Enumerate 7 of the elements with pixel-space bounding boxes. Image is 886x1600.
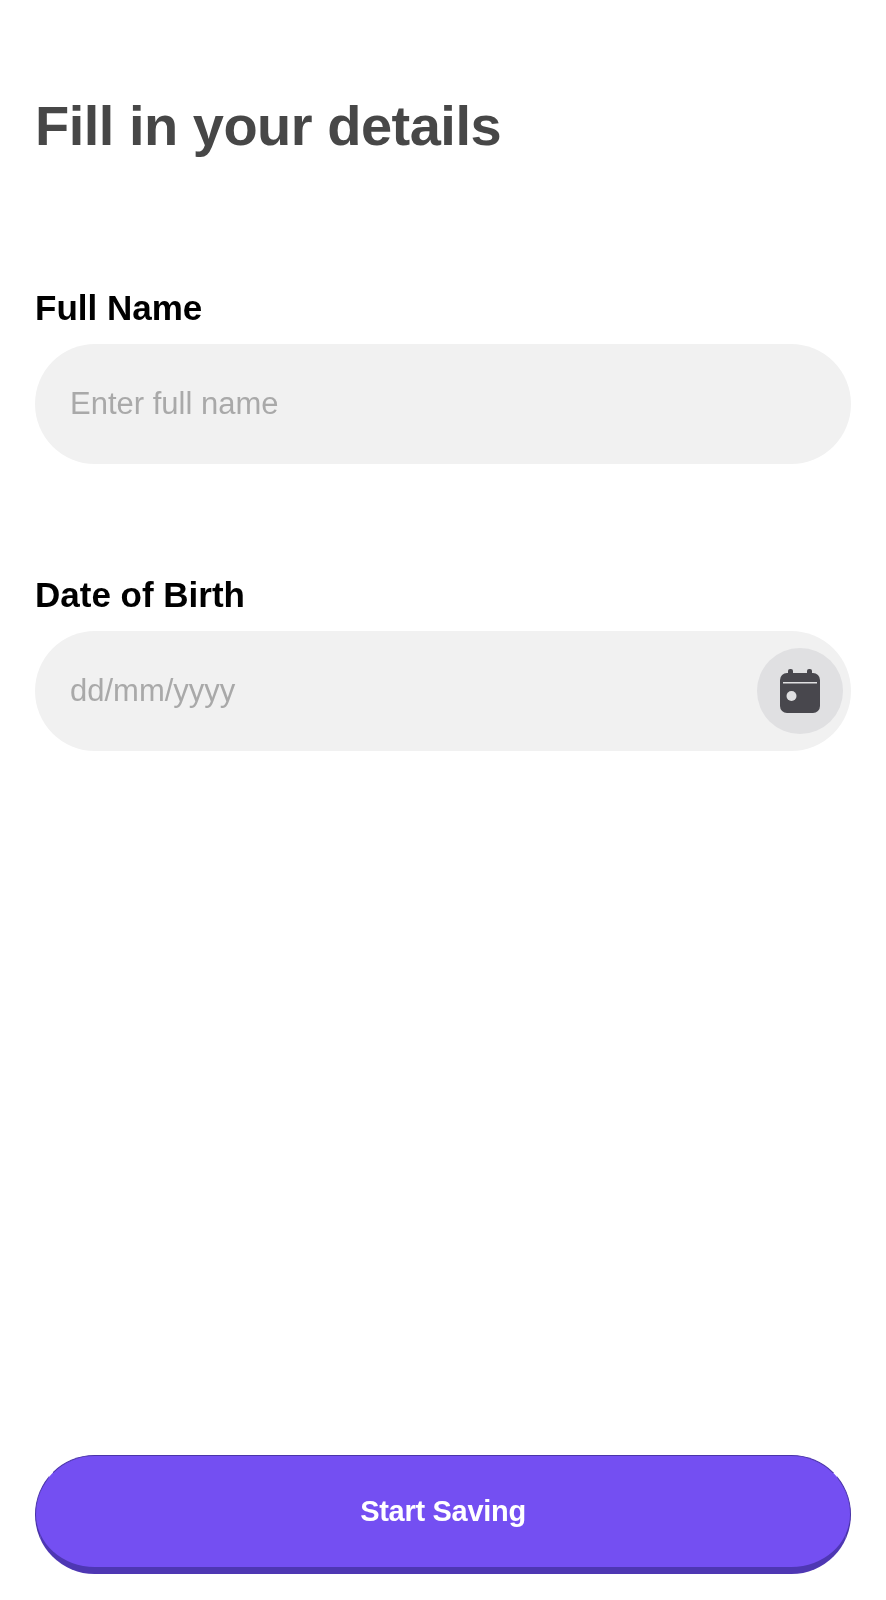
start-saving-button[interactable]: Start Saving	[35, 1455, 851, 1574]
name-field[interactable]: Enter full name	[35, 344, 851, 465]
field-label: Date of Birth	[35, 574, 245, 617]
page-title: Fill in your details	[35, 94, 502, 159]
field-label: Full Name	[35, 287, 203, 330]
calendar-icon	[780, 669, 820, 714]
date-field[interactable]: dd/mm/yyyy	[35, 631, 851, 752]
